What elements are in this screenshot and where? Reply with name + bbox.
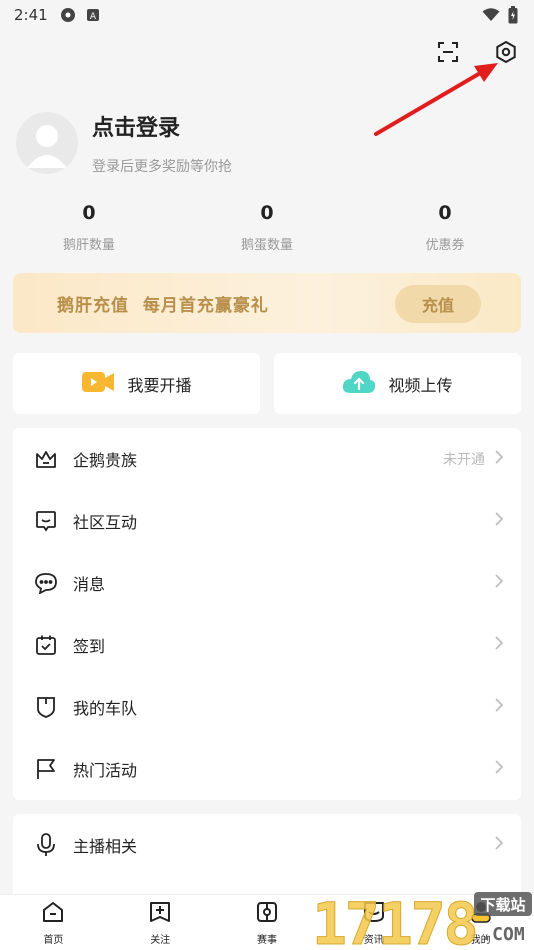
menu-item-community[interactable]: 社区互动 bbox=[13, 490, 521, 552]
chevron-right-icon bbox=[495, 512, 504, 530]
nav-news[interactable]: 资讯 bbox=[320, 895, 427, 950]
nav-label: 赛事 bbox=[256, 934, 277, 946]
menu-label: 消息 bbox=[73, 575, 106, 594]
cloud-upload-icon bbox=[342, 369, 376, 399]
stat-value: 0 bbox=[260, 202, 274, 224]
nav-follow[interactable]: 关注 bbox=[107, 895, 214, 950]
chevron-right-icon bbox=[495, 698, 504, 716]
chevron-right-icon bbox=[495, 574, 504, 592]
nav-label: 我的 bbox=[470, 934, 491, 946]
menu-item-checkin[interactable]: 签到 bbox=[13, 614, 521, 676]
wifi-icon bbox=[482, 8, 500, 26]
nav-home[interactable]: 首页 bbox=[0, 895, 107, 950]
shield-icon bbox=[33, 694, 59, 720]
message-icon bbox=[33, 570, 59, 596]
match-icon bbox=[255, 900, 279, 928]
avatar[interactable] bbox=[16, 112, 78, 174]
profile-section[interactable]: 点击登录 登录后更多奖励等你抢 bbox=[16, 110, 232, 176]
calendar-check-icon bbox=[33, 632, 59, 658]
login-title[interactable]: 点击登录 bbox=[92, 110, 232, 142]
banner-text: 鹅肝充值 每月首充赢豪礼 bbox=[57, 295, 269, 316]
flag-icon bbox=[33, 756, 59, 782]
chevron-right-icon bbox=[495, 760, 504, 778]
menu-list-2: 主播相关 bbox=[13, 814, 521, 894]
chevron-right-icon bbox=[495, 636, 504, 654]
menu-item-events[interactable]: 热门活动 bbox=[13, 738, 521, 800]
crown-icon bbox=[33, 446, 59, 472]
recharge-button[interactable]: 充值 bbox=[395, 285, 481, 323]
microphone-icon bbox=[33, 832, 59, 858]
nav-mine[interactable]: 我的 bbox=[427, 895, 534, 950]
status-time: 2:41 bbox=[14, 6, 48, 24]
settings-status-icon bbox=[60, 7, 76, 23]
follow-icon bbox=[148, 900, 172, 928]
menu-item-nobility[interactable]: 企鹅贵族 未开通 bbox=[13, 428, 521, 490]
stat-value: 0 bbox=[82, 202, 96, 224]
recharge-banner[interactable]: 鹅肝充值 每月首充赢豪礼 充值 bbox=[13, 273, 521, 333]
menu-label: 我的车队 bbox=[73, 699, 138, 718]
menu-label: 企鹅贵族 bbox=[73, 451, 138, 470]
chevron-right-icon bbox=[495, 450, 504, 468]
stat-label: 鹅蛋数量 bbox=[240, 238, 293, 253]
menu-label: 热门活动 bbox=[73, 761, 138, 780]
stat-label: 优惠券 bbox=[425, 238, 465, 253]
news-icon bbox=[362, 900, 386, 928]
menu-item-team[interactable]: 我的车队 bbox=[13, 676, 521, 738]
nav-label: 关注 bbox=[150, 934, 171, 946]
bottom-nav: 首页 关注 赛事 资讯 我的 bbox=[0, 894, 534, 950]
nav-label: 资讯 bbox=[363, 934, 384, 946]
start-live-button[interactable]: 我要开播 bbox=[13, 353, 260, 414]
menu-item-messages[interactable]: 消息 bbox=[13, 552, 521, 614]
stat-coupon[interactable]: 0 优惠券 bbox=[356, 202, 534, 253]
menu-label: 签到 bbox=[73, 637, 106, 656]
annotation-arrow bbox=[374, 63, 498, 136]
menu-label: 主播相关 bbox=[73, 837, 138, 856]
stats-row: 0 鹅肝数量 0 鹅蛋数量 0 优惠券 bbox=[0, 202, 534, 253]
svg-text:A: A bbox=[90, 12, 97, 22]
video-upload-button[interactable]: 视频上传 bbox=[274, 353, 521, 414]
home-icon bbox=[41, 900, 65, 928]
menu-item-streamer[interactable]: 主播相关 bbox=[13, 814, 521, 876]
chevron-right-icon bbox=[495, 836, 504, 854]
menu-label: 社区互动 bbox=[73, 513, 138, 532]
stat-goose-liver[interactable]: 0 鹅肝数量 bbox=[0, 202, 178, 253]
menu-status: 未开通 bbox=[443, 452, 485, 468]
app-a-status-icon: A bbox=[86, 8, 100, 22]
stat-value: 0 bbox=[438, 202, 452, 224]
menu-list: 企鹅贵族 未开通 社区互动 消息 签到 我的车队 热门活动 bbox=[13, 428, 521, 800]
login-subtitle: 登录后更多奖励等你抢 bbox=[92, 159, 232, 175]
stat-label: 鹅肝数量 bbox=[62, 238, 115, 253]
action-label: 视频上传 bbox=[388, 375, 453, 395]
nav-label: 首页 bbox=[43, 934, 64, 946]
action-label: 我要开播 bbox=[127, 375, 192, 395]
stat-goose-egg[interactable]: 0 鹅蛋数量 bbox=[178, 202, 356, 253]
chat-smile-icon bbox=[33, 508, 59, 534]
status-bar: 2:41 A bbox=[0, 0, 534, 30]
video-camera-icon bbox=[81, 369, 115, 399]
battery-icon bbox=[508, 6, 518, 28]
nav-match[interactable]: 赛事 bbox=[214, 895, 321, 950]
profile-icon bbox=[469, 900, 493, 928]
